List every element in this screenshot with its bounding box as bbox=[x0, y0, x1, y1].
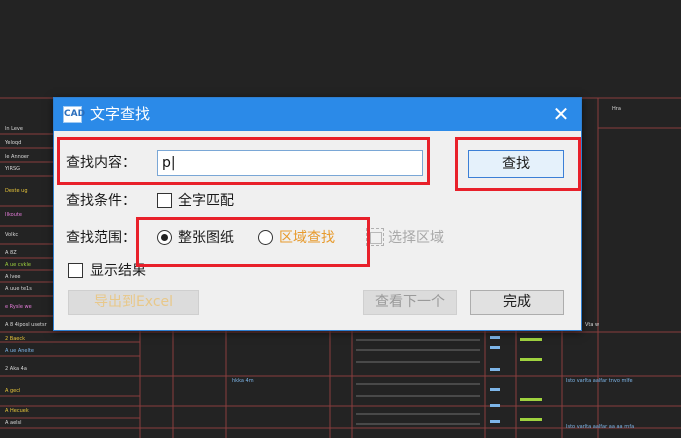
bg-label: YIRSG bbox=[4, 166, 20, 172]
radio-area-search-label[interactable]: 区域查找 bbox=[279, 229, 335, 247]
radio-area-search[interactable] bbox=[258, 230, 273, 245]
bg-label: hkka 4m bbox=[232, 378, 254, 384]
bg-label: Isto varlta aalfar tnvo mlfe bbox=[566, 378, 633, 384]
done-button[interactable]: 完成 bbox=[470, 290, 564, 315]
app-icon: CAD bbox=[63, 106, 85, 123]
text-search-dialog: CAD 文字查找 ✕ 查找内容： 查找 查找条件： 全字匹配 查找范围： 整张图… bbox=[53, 97, 582, 331]
find-button[interactable]: 查找 bbox=[468, 150, 564, 178]
condition-label: 查找条件： bbox=[66, 193, 136, 209]
find-next-button[interactable]: 查看下一个 bbox=[363, 290, 457, 315]
whole-word-checkbox[interactable] bbox=[157, 193, 172, 208]
bg-label: 2 Baeck bbox=[5, 336, 25, 342]
select-area-button[interactable]: 选择区域 bbox=[388, 229, 444, 247]
whole-word-label[interactable]: 全字匹配 bbox=[178, 192, 234, 210]
search-input[interactable] bbox=[157, 150, 423, 176]
bg-label: A ue Anelte bbox=[5, 348, 34, 354]
bg-label: A 8 4iposl usetsr bbox=[5, 322, 48, 328]
show-result-checkbox[interactable] bbox=[68, 263, 83, 278]
dialog-title: 文字查找 bbox=[90, 105, 151, 123]
dialog-titlebar[interactable]: CAD 文字查找 ✕ bbox=[54, 98, 581, 131]
bg-label: Hra bbox=[612, 106, 621, 112]
bg-label: le Annoer bbox=[5, 154, 30, 160]
bg-label: A gecl bbox=[5, 388, 20, 394]
bg-label: Deste ug bbox=[5, 188, 28, 194]
bg-label: Vta w bbox=[585, 322, 599, 328]
bg-label: Yeloqd bbox=[4, 140, 21, 146]
scope-label: 查找范围： bbox=[66, 230, 136, 246]
export-excel-button[interactable]: 导出到Excel bbox=[68, 290, 199, 315]
bg-label: IIkoute bbox=[5, 212, 22, 218]
show-result-label[interactable]: 显示结果 bbox=[90, 262, 146, 280]
close-button[interactable]: ✕ bbox=[549, 102, 573, 126]
bg-label: e Rysle we bbox=[5, 304, 32, 310]
bg-label: A ue cvkle bbox=[5, 262, 31, 268]
select-area-icon bbox=[366, 228, 384, 246]
bg-label: A lvee bbox=[5, 274, 21, 280]
search-label: 查找内容： bbox=[66, 155, 136, 171]
bg-label: Isto varlta aalfar aa aa rnfa bbox=[566, 424, 634, 430]
bg-label: Volkc bbox=[5, 232, 18, 238]
bg-label: A 8Z bbox=[5, 250, 17, 256]
bg-label: A aelsl bbox=[5, 420, 22, 426]
bg-label: A Hecuek bbox=[5, 408, 29, 414]
radio-whole-drawing-label[interactable]: 整张图纸 bbox=[178, 229, 234, 247]
radio-whole-drawing[interactable] bbox=[157, 230, 172, 245]
bg-label: ln Leve bbox=[5, 126, 23, 132]
bg-label: 2 Aka 4a bbox=[5, 366, 27, 372]
bg-label: A uue te1s bbox=[5, 286, 32, 292]
